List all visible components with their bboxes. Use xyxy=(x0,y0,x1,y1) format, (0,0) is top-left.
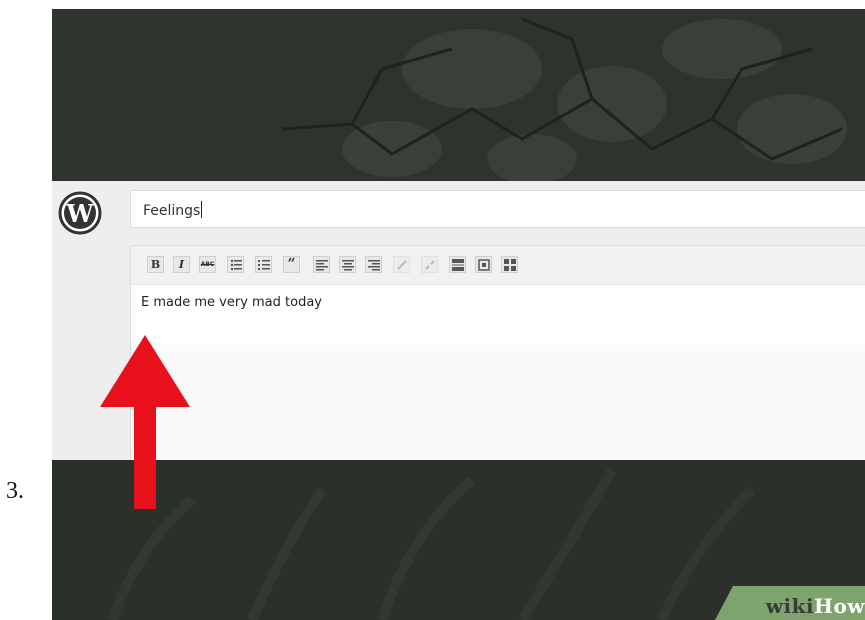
kitchen-sink-icon xyxy=(504,259,516,271)
align-left-button[interactable] xyxy=(313,256,330,273)
post-body-text: E made me very mad today xyxy=(141,295,322,310)
numbered-list-button[interactable] xyxy=(255,256,272,273)
insert-more-button[interactable] xyxy=(449,256,466,273)
blockquote-button[interactable]: “ xyxy=(283,256,300,273)
numbered-list-icon xyxy=(258,260,270,270)
svg-text:W: W xyxy=(66,199,95,228)
post-body-area[interactable]: E made me very mad today xyxy=(131,285,865,345)
align-right-icon xyxy=(368,260,380,271)
align-left-icon xyxy=(316,260,328,271)
bullet-list-icon xyxy=(230,259,242,271)
remove-link-button[interactable] xyxy=(421,256,438,273)
header-background xyxy=(52,9,865,181)
red-arrow-pointer xyxy=(100,335,190,509)
align-center-icon xyxy=(342,260,354,271)
fullscreen-button[interactable] xyxy=(475,256,492,273)
unlink-icon xyxy=(425,260,435,270)
step-number: 3. xyxy=(6,478,24,504)
post-content-editor[interactable]: B I ABC “ E made me very mad today xyxy=(130,245,865,460)
wordpress-logo-icon: W xyxy=(58,191,102,235)
insert-link-button[interactable] xyxy=(393,256,410,273)
text-cursor xyxy=(201,201,203,218)
post-title-text: Feelings xyxy=(143,203,201,219)
editor-toolbar: B I ABC “ xyxy=(131,246,865,285)
read-more-icon xyxy=(452,259,464,271)
screenshot-frame: W Feelings B I ABC “ E made me very mad … xyxy=(52,9,865,620)
wikihow-how-text: How xyxy=(814,594,865,618)
wikihow-wiki-text: wiki xyxy=(765,594,815,618)
fullscreen-icon xyxy=(478,259,490,271)
align-center-button[interactable] xyxy=(339,256,356,273)
wikihow-watermark: wikiHow xyxy=(715,586,865,620)
align-right-button[interactable] xyxy=(365,256,382,273)
post-title-input[interactable]: Feelings xyxy=(130,190,865,228)
kitchen-sink-button[interactable] xyxy=(501,256,518,273)
bullet-list-button[interactable] xyxy=(227,256,244,273)
strikethrough-button[interactable]: ABC xyxy=(199,256,216,273)
link-icon xyxy=(397,260,407,270)
italic-button[interactable]: I xyxy=(173,256,190,273)
bold-button[interactable]: B xyxy=(147,256,164,273)
